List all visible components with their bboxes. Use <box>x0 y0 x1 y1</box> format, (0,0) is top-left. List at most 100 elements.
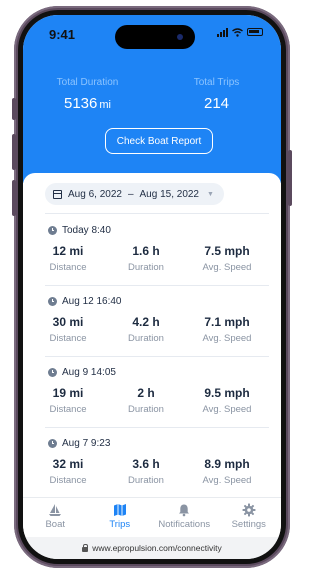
duration-value: 2 h <box>137 386 155 400</box>
speed-label: Avg. Speed <box>202 475 252 486</box>
total-duration-stat: Total Duration 5136 mi <box>23 77 152 112</box>
trip-time: Today 8:40 <box>62 225 111 236</box>
tab-notifications[interactable]: Notifications <box>152 498 217 537</box>
trip-metrics: 30 mi Distance 4.2 h Duration 7.1 mph Av… <box>23 315 281 344</box>
tab-trips[interactable]: Trips <box>88 498 153 537</box>
duration-label: Duration <box>128 475 164 486</box>
browser-url-bar[interactable]: www.epropulsion.com/connectivity <box>23 537 281 559</box>
total-trips-label: Total Trips <box>193 77 240 88</box>
duration-value: 3.6 h <box>132 457 160 471</box>
gear-icon <box>242 503 256 517</box>
speed-metric: 7.5 mph Avg. Speed <box>179 244 275 273</box>
distance-value: 19 mi <box>52 386 84 400</box>
duration-metric: 3.6 h Duration <box>113 457 179 486</box>
chevron-down-icon: ▼ <box>207 190 214 198</box>
wifi-icon <box>232 27 243 37</box>
trip-time: Aug 7 9:23 <box>62 438 111 449</box>
side-button <box>288 150 292 206</box>
distance-value: 30 mi <box>52 315 84 329</box>
side-button <box>12 134 16 170</box>
summary-header: 9:41 Total Duration 5136 mi Total Trips … <box>23 15 281 183</box>
status-icons <box>217 27 263 37</box>
speed-label: Avg. Speed <box>202 333 252 344</box>
trip-header: Aug 7 9:23 <box>48 438 110 449</box>
trip-header: Aug 12 16:40 <box>48 296 122 307</box>
side-button <box>12 180 16 216</box>
date-range-picker[interactable]: Aug 6, 2022 – Aug 15, 2022 ▼ <box>45 183 224 205</box>
total-trips-value: 214 <box>203 95 230 112</box>
check-boat-report-button[interactable]: Check Boat Report <box>105 128 213 154</box>
signal-icon <box>217 27 228 37</box>
date-range-separator: – <box>127 188 134 200</box>
distance-label: Distance <box>49 475 87 486</box>
total-duration-value: 5136 mi <box>23 95 152 112</box>
sailboat-icon <box>49 504 62 516</box>
speed-label: Avg. Speed <box>202 404 252 415</box>
bell-icon <box>179 504 190 517</box>
divider <box>45 213 269 214</box>
tab-label: Settings <box>231 519 266 530</box>
duration-metric: 1.6 h Duration <box>113 244 179 273</box>
trip-time: Aug 12 16:40 <box>62 296 122 307</box>
distance-value: 12 mi <box>52 244 84 258</box>
trip-metrics: 32 mi Distance 3.6 h Duration 8.9 mph Av… <box>23 457 281 486</box>
trip-header: Aug 9 14:05 <box>48 367 116 378</box>
distance-metric: 32 mi Distance <box>23 457 113 486</box>
divider <box>45 427 269 428</box>
speed-metric: 9.5 mph Avg. Speed <box>179 386 275 415</box>
speed-label: Avg. Speed <box>202 262 252 273</box>
phone-bezel: 9:41 Total Duration 5136 mi Total Trips … <box>18 10 286 564</box>
duration-label: Duration <box>128 333 164 344</box>
date-range-start: Aug 6, 2022 <box>68 188 122 200</box>
tab-label: Trips <box>109 519 131 530</box>
speed-metric: 7.1 mph Avg. Speed <box>179 315 275 344</box>
speed-value: 7.5 mph <box>204 244 250 258</box>
speed-metric: 8.9 mph Avg. Speed <box>179 457 275 486</box>
distance-metric: 12 mi Distance <box>23 244 113 273</box>
trip-metrics: 12 mi Distance 1.6 h Duration 7.5 mph Av… <box>23 244 281 273</box>
clock-icon <box>48 297 57 306</box>
trips-card: Aug 6, 2022 – Aug 15, 2022 ▼ Today 8:40 … <box>23 173 281 497</box>
speed-value: 7.1 mph <box>204 315 250 329</box>
duration-value: 1.6 h <box>132 244 160 258</box>
duration-label: Duration <box>128 404 164 415</box>
status-time: 9:41 <box>49 27 76 42</box>
trip-metrics: 19 mi Distance 2 h Duration 9.5 mph Avg.… <box>23 386 281 415</box>
total-duration-number: 5136 <box>64 95 98 112</box>
duration-label: Duration <box>128 262 164 273</box>
lock-icon <box>82 543 89 552</box>
clock-icon <box>48 226 57 235</box>
distance-metric: 30 mi Distance <box>23 315 113 344</box>
duration-metric: 2 h Duration <box>113 386 179 415</box>
distance-label: Distance <box>49 404 87 415</box>
summary-stats: Total Duration 5136 mi Total Trips 214 <box>23 77 281 112</box>
speed-value: 8.9 mph <box>204 457 250 471</box>
dynamic-island <box>115 25 195 49</box>
tab-label: Boat <box>45 519 66 530</box>
bottom-tab-bar: Boat Trips Notifications Settings <box>23 497 281 537</box>
side-button <box>12 98 16 120</box>
calendar-icon <box>53 189 62 199</box>
distance-label: Distance <box>49 262 87 273</box>
divider <box>45 285 269 286</box>
date-range-end: Aug 15, 2022 <box>139 188 200 200</box>
total-trips-stat: Total Trips 214 <box>152 77 281 112</box>
clock-icon <box>48 368 57 377</box>
camera-icon <box>177 34 183 40</box>
url-text: www.epropulsion.com/connectivity <box>92 543 222 553</box>
map-icon <box>113 504 126 516</box>
total-duration-unit: mi <box>99 99 111 111</box>
trip-time: Aug 9 14:05 <box>62 367 116 378</box>
clock-icon <box>48 439 57 448</box>
divider <box>45 356 269 357</box>
tab-label: Notifications <box>158 519 211 530</box>
total-duration-label: Total Duration <box>56 77 119 88</box>
distance-value: 32 mi <box>52 457 84 471</box>
battery-icon <box>247 28 263 36</box>
tab-settings[interactable]: Settings <box>217 498 282 537</box>
distance-label: Distance <box>49 333 87 344</box>
screen: 9:41 Total Duration 5136 mi Total Trips … <box>23 15 281 559</box>
speed-value: 9.5 mph <box>204 386 250 400</box>
tab-boat[interactable]: Boat <box>23 498 88 537</box>
trip-header: Today 8:40 <box>48 225 111 236</box>
